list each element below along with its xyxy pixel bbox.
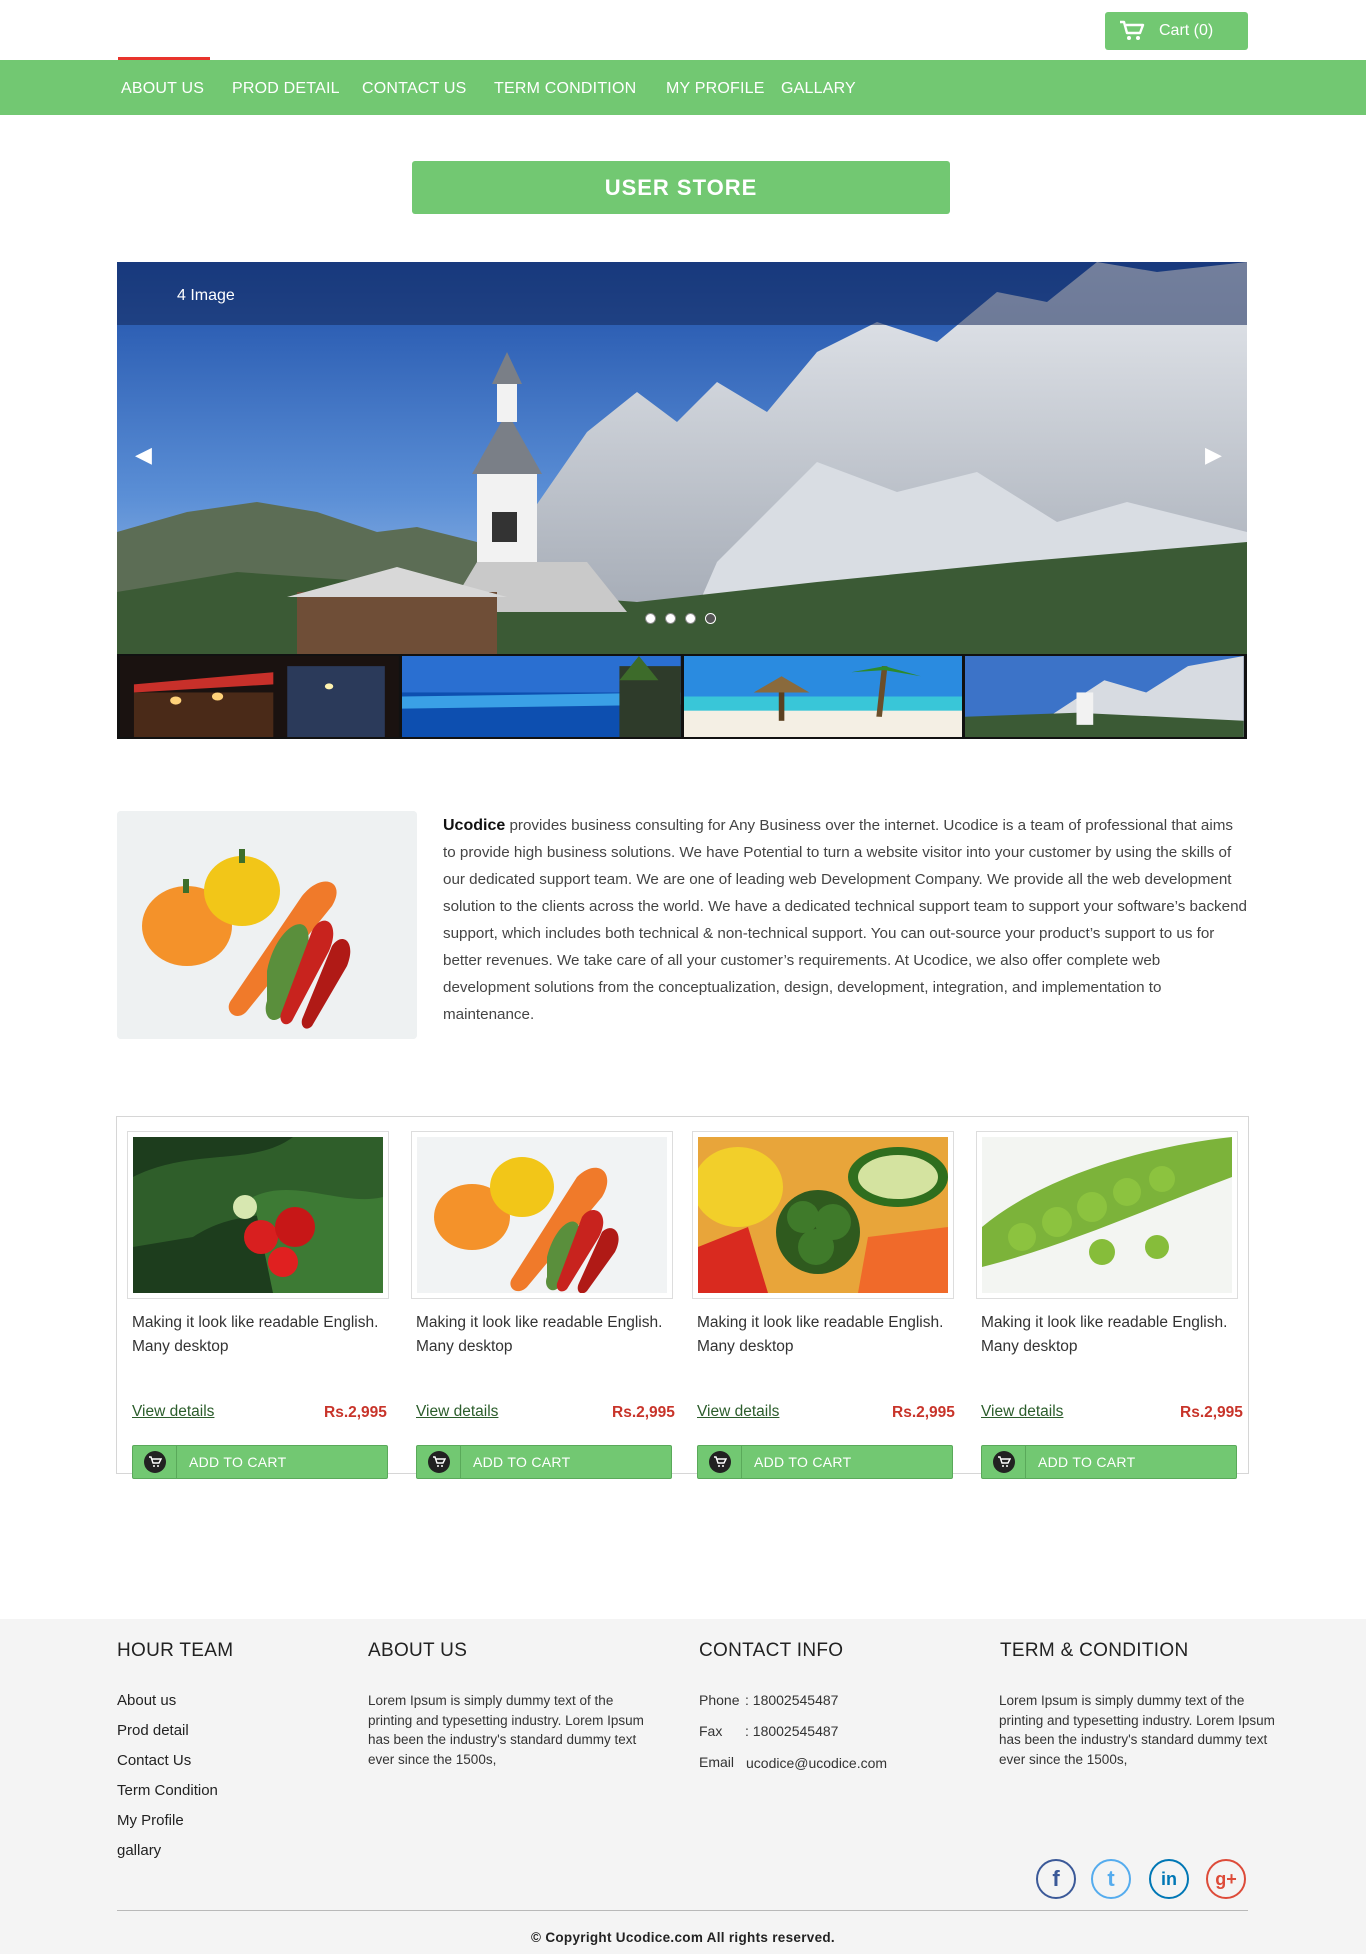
slider-next-button[interactable]: ▶ <box>1205 442 1222 468</box>
product-image[interactable] <box>127 1131 389 1299</box>
add-to-cart-button[interactable]: ADD TO CART <box>132 1445 388 1479</box>
product-image[interactable] <box>976 1131 1238 1299</box>
footer: HOUR TEAM About us Prod detail Contact U… <box>0 1619 1366 1954</box>
slider-prev-button[interactable]: ◀ <box>135 442 152 468</box>
footer-about-heading: ABOUT US <box>368 1640 468 1661</box>
about-brand: Ucodice <box>443 817 506 834</box>
product-description: Making it look like readable English. Ma… <box>981 1314 1228 1355</box>
add-to-cart-label: ADD TO CART <box>754 1454 852 1470</box>
main-nav: ABOUT US PROD DETAIL CONTACT US TERM CON… <box>0 57 1366 115</box>
footer-phone-value: : 18002545487 <box>745 1692 839 1708</box>
slider-thumbnails <box>117 654 1247 739</box>
product-price: Rs.2,995 <box>324 1404 387 1421</box>
add-to-cart-label: ADD TO CART <box>473 1454 571 1470</box>
cart-label: Cart (0) <box>1159 22 1214 39</box>
view-details-link[interactable]: View details <box>416 1403 498 1421</box>
slider-dot-2[interactable] <box>665 613 676 624</box>
thumbnail-night-street[interactable] <box>120 656 399 737</box>
nav-item-term-condition[interactable]: TERM CONDITION <box>494 60 636 115</box>
nav-item-my-profile[interactable]: MY PROFILE <box>666 60 765 115</box>
footer-contact-heading: CONTACT INFO <box>699 1640 844 1661</box>
footer-link-my-profile[interactable]: My Profile <box>117 1812 184 1829</box>
footer-fax-value: : 18002545487 <box>745 1723 839 1739</box>
copyright-text: © Copyright Ucodice.com All rights reser… <box>531 1930 835 1945</box>
footer-divider <box>117 1910 1248 1911</box>
view-details-link[interactable]: View details <box>981 1403 1063 1421</box>
footer-link-about-us[interactable]: About us <box>117 1692 176 1709</box>
footer-team-heading: HOUR TEAM <box>117 1640 234 1661</box>
thumbnail-infinity-pool[interactable] <box>401 656 681 737</box>
cart-icon <box>1120 20 1145 40</box>
footer-about-text: Lorem Ipsum is simply dummy text of the … <box>368 1693 644 1767</box>
product-price: Rs.2,995 <box>1180 1404 1243 1421</box>
slider-dots <box>645 613 716 624</box>
nav-item-about-us[interactable]: ABOUT US <box>121 60 204 115</box>
nav-item-gallary[interactable]: GALLARY <box>781 60 856 115</box>
linkedin-icon[interactable]: in <box>1149 1859 1189 1899</box>
footer-terms-text: Lorem Ipsum is simply dummy text of the … <box>999 1693 1275 1767</box>
add-to-cart-button[interactable]: ADD TO CART <box>416 1445 672 1479</box>
footer-link-prod-detail[interactable]: Prod detail <box>117 1722 189 1739</box>
nav-item-contact-us[interactable]: CONTACT US <box>362 60 467 115</box>
twitter-icon[interactable]: t <box>1091 1859 1131 1899</box>
slide-caption: 4 Image <box>177 287 235 304</box>
product-price: Rs.2,995 <box>612 1404 675 1421</box>
slider-dot-3[interactable] <box>685 613 696 624</box>
top-bar: Cart (0) <box>0 0 1366 60</box>
cart-button[interactable]: Cart (0) <box>1105 12 1248 50</box>
product-description: Making it look like readable English. Ma… <box>416 1314 663 1355</box>
add-to-cart-label: ADD TO CART <box>1038 1454 1136 1470</box>
cart-icon <box>698 1446 742 1478</box>
product-card: Making it look like readable English. Ma… <box>692 1131 955 1479</box>
image-slider: 4 Image ◀ ▶ <box>117 262 1247 739</box>
view-details-link[interactable]: View details <box>697 1403 779 1421</box>
add-to-cart-button[interactable]: ADD TO CART <box>697 1445 953 1479</box>
about-body: provides business consulting for Any Bus… <box>443 817 1247 1023</box>
product-image[interactable] <box>411 1131 673 1299</box>
footer-email-label: Email <box>699 1754 735 1770</box>
add-to-cart-button[interactable]: ADD TO CART <box>981 1445 1237 1479</box>
cart-icon <box>133 1446 177 1478</box>
footer-terms-heading: TERM & CONDITION <box>1000 1640 1189 1661</box>
thumbnail-mountain-church[interactable] <box>965 656 1244 737</box>
footer-email-value[interactable]: ucodice@ucodice.com <box>746 1755 887 1771</box>
slider-dot-4[interactable] <box>705 613 716 624</box>
slide-caption-bar <box>117 262 1247 325</box>
product-image[interactable] <box>692 1131 954 1299</box>
cart-icon <box>982 1446 1026 1478</box>
footer-fax-label: Fax <box>699 1723 723 1739</box>
page-title: USER STORE <box>412 161 950 214</box>
about-description: Ucodice provides business consulting for… <box>443 812 1248 1028</box>
footer-phone-label: Phone <box>699 1692 740 1708</box>
product-card: Making it look like readable English. Ma… <box>411 1131 675 1479</box>
add-to-cart-label: ADD TO CART <box>189 1454 287 1470</box>
view-details-link[interactable]: View details <box>132 1403 214 1421</box>
product-card: Making it look like readable English. Ma… <box>976 1131 1243 1479</box>
thumbnail-beach-umbrella[interactable] <box>683 656 963 737</box>
footer-link-gallary[interactable]: gallary <box>117 1842 161 1859</box>
facebook-icon[interactable]: f <box>1036 1859 1076 1899</box>
product-card: Making it look like readable English. Ma… <box>127 1131 389 1479</box>
cart-icon <box>417 1446 461 1478</box>
page: Cart (0) ABOUT US PROD DETAIL CONTACT US… <box>0 0 1366 1954</box>
about-image <box>117 811 417 1039</box>
product-description: Making it look like readable English. Ma… <box>697 1314 944 1355</box>
slider-dot-1[interactable] <box>645 613 656 624</box>
footer-link-contact-us[interactable]: Contact Us <box>117 1752 191 1769</box>
googleplus-icon[interactable]: g+ <box>1206 1859 1246 1899</box>
product-price: Rs.2,995 <box>892 1404 955 1421</box>
slide-main-image: 4 Image ◀ ▶ <box>117 262 1247 654</box>
product-grid: Making it look like readable English. Ma… <box>116 1116 1249 1479</box>
product-description: Making it look like readable English. Ma… <box>132 1314 379 1355</box>
footer-link-term-condition[interactable]: Term Condition <box>117 1782 218 1799</box>
nav-item-prod-detail[interactable]: PROD DETAIL <box>232 60 340 115</box>
